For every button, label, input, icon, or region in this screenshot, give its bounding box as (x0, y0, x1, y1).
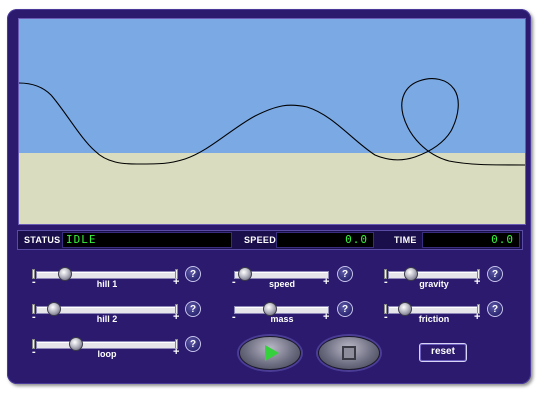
time-value: 0.0 (422, 232, 520, 248)
slider-label: gravity (419, 279, 449, 289)
slider-track[interactable] (36, 341, 176, 349)
slider-label: speed (268, 279, 295, 289)
slider-minus: - (384, 276, 388, 288)
friction-help-button[interactable]: ? (487, 301, 503, 317)
slider-label: friction (418, 314, 450, 324)
slider-label: hill 2 (96, 314, 118, 324)
slider-plus: + (173, 311, 180, 323)
slider-label: loop (97, 349, 117, 359)
stop-button[interactable] (318, 336, 380, 370)
speed-value: 0.0 (276, 232, 374, 248)
gravity-slider[interactable]: - + gravity (384, 267, 484, 294)
status-value: IDLE (62, 232, 232, 248)
play-button[interactable] (239, 336, 301, 370)
slider-label: mass (270, 314, 294, 324)
slider-minus: - (384, 311, 388, 323)
hill1-slider[interactable]: - + hill 1 (32, 267, 182, 294)
loop-help-button[interactable]: ? (185, 336, 201, 352)
slider-minus: - (32, 346, 36, 358)
roller-coaster-track (19, 78, 525, 166)
stop-icon (342, 346, 356, 360)
speed-label: SPEED (244, 235, 277, 245)
speed-slider[interactable]: - + speed (232, 267, 332, 294)
hill1-help-button[interactable]: ? (185, 266, 201, 282)
gravity-help-button[interactable]: ? (487, 266, 503, 282)
slider-plus: + (173, 346, 180, 358)
slider-plus: + (323, 311, 330, 323)
slider-plus: + (173, 276, 180, 288)
reset-button[interactable]: reset (419, 343, 467, 362)
slider-label: hill 1 (96, 279, 118, 289)
slider-track[interactable] (388, 271, 478, 279)
hill2-help-button[interactable]: ? (185, 301, 201, 317)
mass-slider[interactable]: - + mass (232, 302, 332, 329)
hill2-slider[interactable]: - + hill 2 (32, 302, 182, 329)
slider-plus: + (323, 276, 330, 288)
slider-track[interactable] (36, 271, 176, 279)
slider-track[interactable] (234, 306, 329, 314)
slider-minus: - (32, 311, 36, 323)
slider-minus: - (232, 311, 236, 323)
slider-minus: - (232, 276, 236, 288)
slider-minus: - (32, 276, 36, 288)
track-viewport (18, 18, 526, 225)
play-icon (265, 345, 279, 361)
slider-plus: + (474, 311, 481, 323)
mass-help-button[interactable]: ? (337, 301, 353, 317)
speed-help-button[interactable]: ? (337, 266, 353, 282)
status-bar: STATUS IDLE SPEED 0.0 TIME 0.0 (17, 230, 523, 250)
friction-slider[interactable]: - + friction (384, 302, 484, 329)
slider-knob[interactable] (237, 267, 252, 281)
slider-plus: + (474, 276, 481, 288)
loop-slider[interactable]: - + loop (32, 337, 182, 364)
status-label: STATUS (24, 235, 61, 245)
time-label: TIME (394, 235, 417, 245)
